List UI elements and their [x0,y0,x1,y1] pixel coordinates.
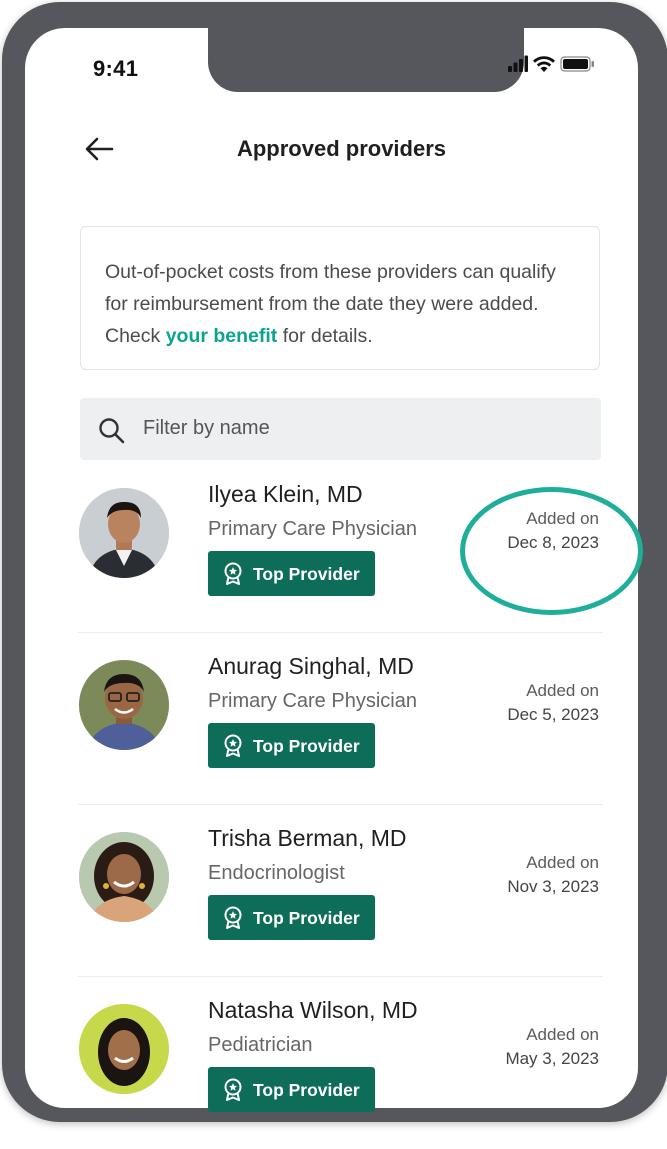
filter-search-input[interactable]: Filter by name [80,398,601,460]
award-icon [224,906,242,929]
provider-name: Ilyea Klein, MD [208,481,363,507]
top-provider-badge: Top Provider [208,551,375,596]
divider [78,632,603,633]
avatar [79,832,169,922]
battery-icon [560,56,594,72]
signal-icon [508,55,528,72]
award-icon [224,562,242,585]
provider-specialty: Pediatrician [208,1034,313,1056]
provider-specialty: Primary Care Physician [208,690,417,712]
divider [78,804,603,805]
added-date: Dec 5, 2023 [507,705,599,724]
badge-label: Top Provider [253,1080,360,1100]
wifi-icon [533,56,555,72]
provider-name: Trisha Berman, MD [208,825,407,851]
status-icons [508,55,608,77]
top-provider-badge: Top Provider [208,895,375,940]
divider [78,976,603,977]
avatar [79,660,169,750]
back-button[interactable] [82,131,118,167]
added-date: Nov 3, 2023 [507,877,599,896]
added-date: May 3, 2023 [505,1049,599,1068]
provider-row[interactable]: Natasha Wilson, MD Pediatrician Top Prov… [78,979,603,1149]
provider-specialty: Endocrinologist [208,862,345,884]
provider-name: Anurag Singhal, MD [208,653,414,679]
added-on-label: Added on [526,1025,599,1044]
provider-row[interactable]: Anurag Singhal, MD Primary Care Physicia… [78,635,603,805]
award-icon [224,1078,242,1101]
your-benefit-link[interactable]: your benefit [166,325,278,347]
arrow-left-icon [85,137,114,161]
page-title: Approved providers [236,136,447,161]
avatar [79,488,169,578]
top-provider-badge: Top Provider [208,1067,375,1112]
provider-name: Natasha Wilson, MD [208,997,418,1023]
award-icon [224,734,242,757]
info-text-end: for details. [277,325,373,347]
badge-label: Top Provider [253,908,360,928]
highlight-annotation-ring [460,487,643,615]
status-time: 9:41 [93,56,139,81]
provider-specialty: Primary Care Physician [208,518,417,540]
badge-label: Top Provider [253,564,360,584]
badge-label: Top Provider [253,736,360,756]
added-on-label: Added on [526,853,599,872]
provider-row[interactable]: Trisha Berman, MD Endocrinologist Top Pr… [78,807,603,977]
reimbursement-info-card: Out-of-pocket costs from these providers… [80,226,600,370]
top-provider-badge: Top Provider [208,723,375,768]
search-icon [99,418,125,444]
search-placeholder: Filter by name [143,417,270,439]
added-on-label: Added on [526,681,599,700]
avatar [79,1004,169,1094]
